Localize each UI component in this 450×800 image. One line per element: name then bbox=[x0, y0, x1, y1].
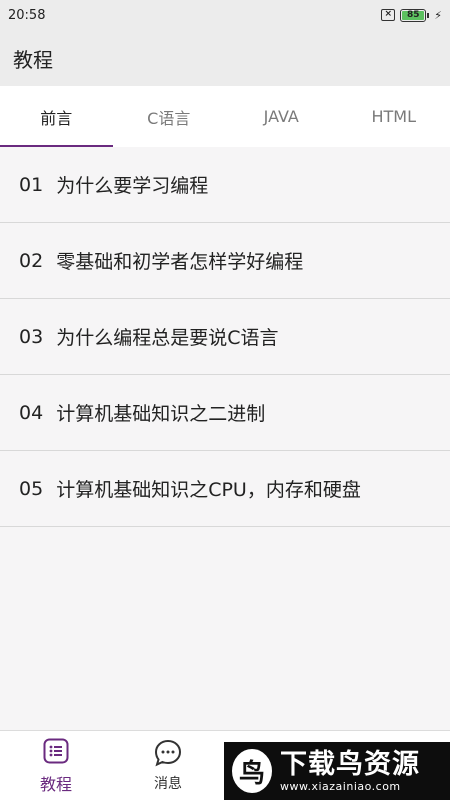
item-title: 为什么编程总是要说C语言 bbox=[56, 327, 279, 349]
list-item[interactable]: 03 为什么编程总是要说C语言 bbox=[0, 299, 450, 375]
list-item[interactable]: 04 计算机基础知识之二进制 bbox=[0, 375, 450, 451]
bird-logo-icon: 鸟 bbox=[232, 749, 272, 793]
list-item[interactable]: 01 为什么要学习编程 bbox=[0, 147, 450, 223]
item-title: 为什么要学习编程 bbox=[56, 175, 209, 197]
tab-html[interactable]: HTML bbox=[338, 86, 450, 147]
battery-level: 85 bbox=[402, 10, 425, 20]
item-number: 03 bbox=[19, 325, 44, 348]
item-title: 计算机基础知识之CPU，内存和硬盘 bbox=[56, 479, 361, 501]
tab-java[interactable]: JAVA bbox=[225, 86, 338, 147]
nav-label: 消息 bbox=[154, 775, 182, 792]
status-icons: × 85 ⚡ bbox=[381, 8, 442, 22]
chat-bubble-icon bbox=[154, 739, 182, 767]
item-number: 05 bbox=[19, 477, 44, 500]
charging-icon: ⚡ bbox=[434, 8, 442, 22]
tab-label: HTML bbox=[371, 107, 417, 126]
tab-label: 前言 bbox=[40, 108, 73, 128]
battery-icon: 85 bbox=[400, 8, 430, 22]
status-time: 20:58 bbox=[8, 7, 46, 23]
list-item[interactable]: 05 计算机基础知识之CPU，内存和硬盘 bbox=[0, 451, 450, 527]
list-icon bbox=[42, 737, 70, 765]
app-bar: 教程 bbox=[0, 30, 450, 86]
watermark-url: www.xiazainiao.com bbox=[280, 779, 401, 793]
tab-label: JAVA bbox=[263, 107, 299, 126]
item-number: 01 bbox=[19, 173, 44, 196]
tab-preface[interactable]: 前言 bbox=[0, 86, 113, 147]
list-item[interactable]: 02 零基础和初学者怎样学好编程 bbox=[0, 223, 450, 299]
nav-tutorial[interactable]: 教程 bbox=[0, 731, 112, 800]
item-number: 04 bbox=[19, 401, 44, 424]
watermark-title: 下载鸟资源 bbox=[280, 748, 420, 780]
nav-label: 教程 bbox=[39, 774, 72, 794]
status-bar: 20:58 × 85 ⚡ bbox=[0, 0, 450, 30]
tab-label: C语言 bbox=[147, 108, 191, 128]
nav-messages[interactable]: 消息 bbox=[112, 731, 224, 800]
no-sim-icon: × bbox=[381, 9, 396, 21]
lesson-list: 01 为什么要学习编程 02 零基础和初学者怎样学好编程 03 为什么编程总是要… bbox=[0, 147, 450, 527]
item-title: 零基础和初学者怎样学好编程 bbox=[56, 251, 304, 273]
tab-c-language[interactable]: C语言 bbox=[113, 86, 226, 147]
item-title: 计算机基础知识之二进制 bbox=[56, 403, 266, 425]
item-number: 02 bbox=[19, 249, 44, 272]
tab-bar: 前言 C语言 JAVA HTML bbox=[0, 86, 450, 147]
page-title: 教程 bbox=[13, 47, 53, 72]
watermark-banner: 鸟 下载鸟资源 www.xiazainiao.com bbox=[224, 742, 450, 800]
